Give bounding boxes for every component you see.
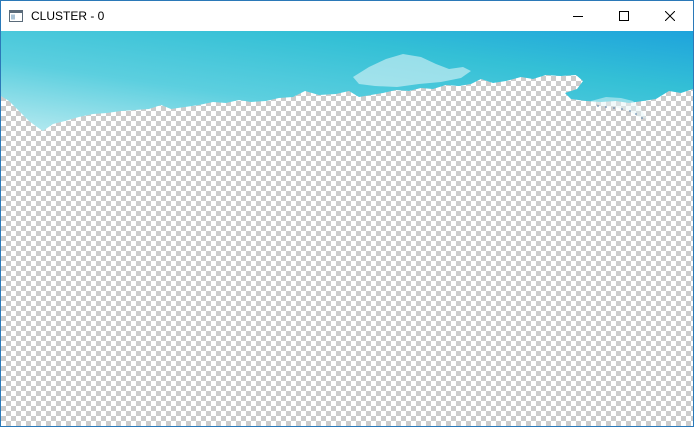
cluster-image <box>1 31 693 131</box>
minimize-icon <box>573 11 583 21</box>
cluster-image-canvas <box>1 31 693 426</box>
minimize-button[interactable] <box>555 1 601 31</box>
window-title: CLUSTER - 0 <box>31 9 105 23</box>
image-viewer-window: CLUSTER - 0 <box>0 0 694 427</box>
sky-region <box>1 31 693 131</box>
maximize-icon <box>619 11 629 21</box>
maximize-button[interactable] <box>601 1 647 31</box>
title-bar[interactable]: CLUSTER - 0 <box>1 1 693 31</box>
app-window-icon <box>9 9 23 22</box>
close-button[interactable] <box>647 1 693 31</box>
close-icon <box>665 11 675 21</box>
